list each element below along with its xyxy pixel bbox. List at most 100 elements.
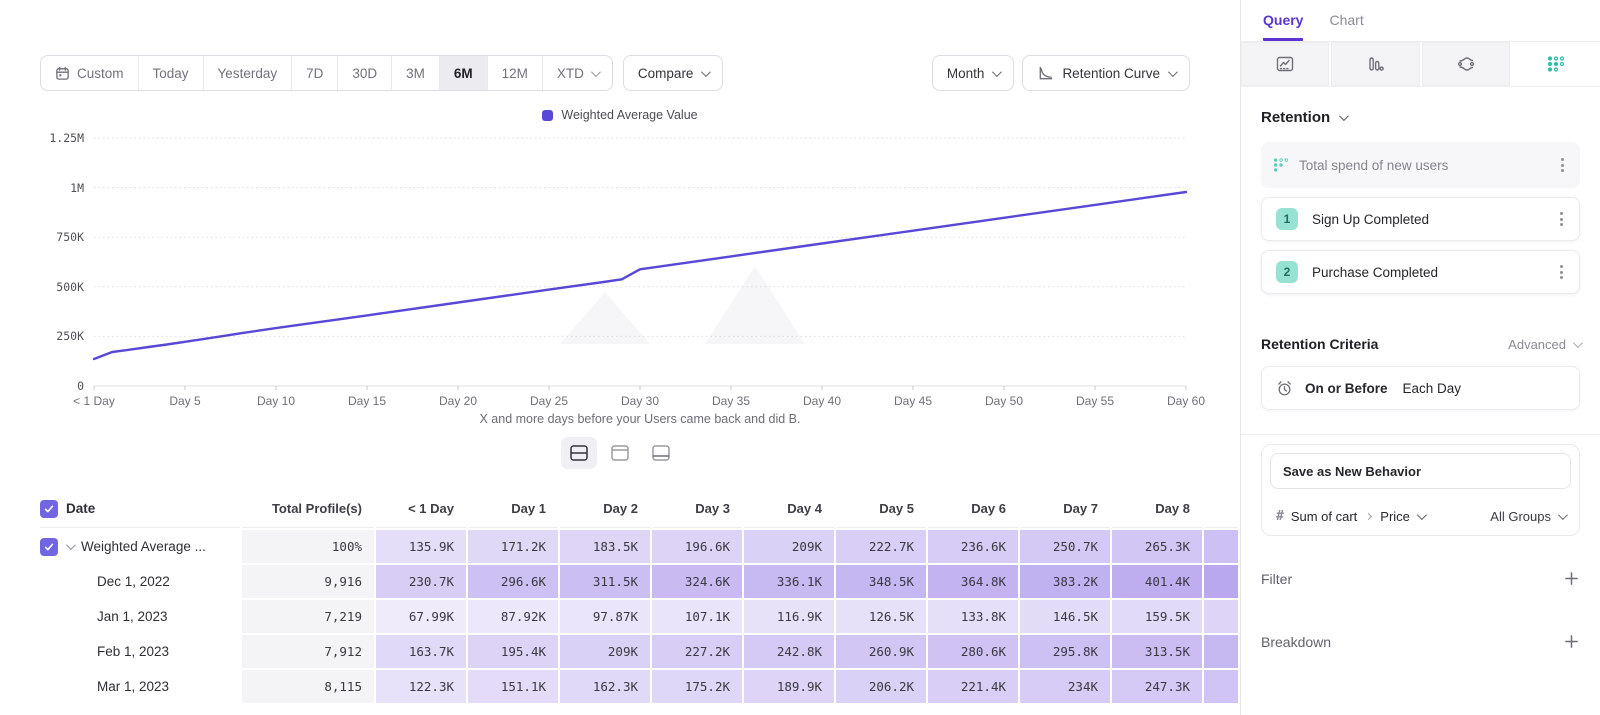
kebab-menu-icon[interactable] xyxy=(1556,208,1567,230)
date-range-yesterday[interactable]: Yesterday xyxy=(203,56,292,90)
retention-value-cell[interactable]: 87.92K xyxy=(468,600,558,633)
tab-insights[interactable] xyxy=(1241,42,1329,86)
retention-value-cell[interactable]: 67.99K xyxy=(376,600,466,633)
retention-value-cell[interactable]: 311.5K xyxy=(560,565,650,598)
column-header[interactable]: Day 6 xyxy=(928,490,1018,528)
retention-value-cell[interactable]: 383.2K xyxy=(1020,565,1110,598)
date-range-7d[interactable]: 7D xyxy=(291,56,337,90)
date-range-xtd[interactable]: XTD xyxy=(542,56,612,90)
retention-value-cell[interactable]: 250.7K xyxy=(1020,530,1110,563)
table-row-label[interactable]: Dec 1, 2022 xyxy=(40,565,240,598)
column-header[interactable]: Day 1 xyxy=(468,490,558,528)
retention-value-cell[interactable]: 227.2K xyxy=(652,635,742,668)
date-range-30d[interactable]: 30D xyxy=(337,56,391,90)
profiles-cell[interactable]: 8,115 xyxy=(242,670,374,703)
chart-top-view-button[interactable] xyxy=(602,437,638,469)
row-expander-chevron-icon[interactable] xyxy=(66,540,76,550)
retention-value-cell[interactable]: 280.6K xyxy=(928,635,1018,668)
date-range-custom[interactable]: Custom xyxy=(41,56,138,90)
profiles-cell[interactable]: 7,912 xyxy=(242,635,374,668)
retention-value-cell[interactable]: 163.7K xyxy=(376,635,466,668)
date-range-3m[interactable]: 3M xyxy=(391,56,439,90)
kebab-menu-icon[interactable] xyxy=(1557,154,1568,176)
retention-value-cell[interactable]: 364.8K xyxy=(928,565,1018,598)
retention-value-cell[interactable]: 135.9K xyxy=(376,530,466,563)
retention-value-cell[interactable]: 196.6K xyxy=(652,530,742,563)
tab-chart[interactable]: Chart xyxy=(1329,12,1363,41)
column-header[interactable]: Day 7 xyxy=(1020,490,1110,528)
date-range-6m[interactable]: 6M xyxy=(439,56,487,90)
retention-value-cell[interactable]: 260.9K xyxy=(836,635,926,668)
column-header[interactable]: Day 8 xyxy=(1112,490,1202,528)
retention-value-cell[interactable]: 189.9K xyxy=(744,670,834,703)
split-view-button[interactable] xyxy=(561,437,597,469)
all-groups-dropdown[interactable]: All Groups xyxy=(1490,509,1565,524)
tab-funnels[interactable] xyxy=(1331,42,1419,86)
column-header[interactable]: Day 2 xyxy=(560,490,650,528)
save-as-new-behavior-button[interactable]: Save as New Behavior xyxy=(1270,453,1571,489)
retention-section-header[interactable]: Retention xyxy=(1261,109,1580,126)
table-row-label[interactable]: Jan 1, 2023 xyxy=(40,600,240,633)
granularity-button[interactable]: Month xyxy=(932,55,1015,91)
retention-value-cell[interactable]: 295.8K xyxy=(1020,635,1110,668)
retention-value-cell[interactable]: 230.7K xyxy=(376,565,466,598)
retention-value-cell[interactable]: 401.4K xyxy=(1112,565,1202,598)
retention-value-cell[interactable]: 126.5K xyxy=(836,600,926,633)
retention-value-cell[interactable]: 209K xyxy=(744,530,834,563)
tab-flows[interactable] xyxy=(1422,42,1510,86)
tab-query[interactable]: Query xyxy=(1263,12,1303,41)
tab-retention[interactable] xyxy=(1512,42,1600,86)
retention-value-cell[interactable]: 336.1K xyxy=(744,565,834,598)
table-bottom-view-button[interactable] xyxy=(643,437,679,469)
chart-type-button[interactable]: Retention Curve xyxy=(1022,55,1190,91)
retention-value-cell[interactable]: 247.3K xyxy=(1112,670,1202,703)
retention-value-cell[interactable]: 296.6K xyxy=(468,565,558,598)
retention-value-cell[interactable]: 195.4K xyxy=(468,635,558,668)
retention-value-cell[interactable]: 122.3K xyxy=(376,670,466,703)
profiles-cell[interactable]: 7,219 xyxy=(242,600,374,633)
retention-value-cell[interactable]: 221.4K xyxy=(928,670,1018,703)
behavior-card[interactable]: Total spend of new users xyxy=(1261,142,1580,188)
table-row-label[interactable]: Mar 1, 2023 xyxy=(40,670,240,703)
add-breakdown-button[interactable] xyxy=(1563,633,1580,650)
retention-value-cell[interactable]: 265.3K xyxy=(1112,530,1202,563)
column-header[interactable]: Day 4 xyxy=(744,490,834,528)
retention-value-cell[interactable]: 159.5K xyxy=(1112,600,1202,633)
retention-value-cell[interactable]: 97.87K xyxy=(560,600,650,633)
column-header[interactable]: Total Profile(s) xyxy=(242,490,374,528)
retention-value-cell[interactable]: 183.5K xyxy=(560,530,650,563)
measure-property-row[interactable]: # Sum of cart Price All Groups xyxy=(1262,497,1579,535)
select-all-checkbox[interactable] xyxy=(40,500,58,518)
retention-value-cell[interactable]: 234K xyxy=(1020,670,1110,703)
table-row-label[interactable]: Weighted Average ... xyxy=(40,530,240,563)
timing-card[interactable]: On or Before Each Day xyxy=(1261,366,1580,410)
retention-value-cell[interactable]: 171.2K xyxy=(468,530,558,563)
retention-value-cell[interactable]: 175.2K xyxy=(652,670,742,703)
retention-value-cell[interactable]: 146.5K xyxy=(1020,600,1110,633)
compare-button[interactable]: Compare xyxy=(623,55,724,91)
add-filter-button[interactable] xyxy=(1563,570,1580,587)
kebab-menu-icon[interactable] xyxy=(1556,261,1567,283)
retention-chart[interactable]: X and more days before your Users came b… xyxy=(40,126,1240,426)
table-row-label[interactable]: Feb 1, 2023 xyxy=(40,635,240,668)
retention-value-cell[interactable]: 324.6K xyxy=(652,565,742,598)
retention-value-cell[interactable]: 222.7K xyxy=(836,530,926,563)
retention-value-cell[interactable]: 151.1K xyxy=(468,670,558,703)
profiles-cell[interactable]: 9,916 xyxy=(242,565,374,598)
column-header-date[interactable]: Date xyxy=(40,490,240,528)
retention-value-cell[interactable]: 348.5K xyxy=(836,565,926,598)
retention-value-cell[interactable]: 133.8K xyxy=(928,600,1018,633)
advanced-dropdown[interactable]: Advanced xyxy=(1508,337,1580,352)
column-header[interactable]: Day 3 xyxy=(652,490,742,528)
retention-value-cell[interactable]: 107.1K xyxy=(652,600,742,633)
profiles-cell[interactable]: 100% xyxy=(242,530,374,563)
step-card-2[interactable]: 2 Purchase Completed xyxy=(1261,250,1580,294)
column-header[interactable]: < 1 Day xyxy=(376,490,466,528)
retention-value-cell[interactable]: 209K xyxy=(560,635,650,668)
retention-value-cell[interactable]: 313.5K xyxy=(1112,635,1202,668)
retention-value-cell[interactable]: 162.3K xyxy=(560,670,650,703)
retention-value-cell[interactable]: 242.8K xyxy=(744,635,834,668)
retention-value-cell[interactable]: 116.9K xyxy=(744,600,834,633)
date-range-12m[interactable]: 12M xyxy=(487,56,542,90)
retention-value-cell[interactable]: 206.2K xyxy=(836,670,926,703)
